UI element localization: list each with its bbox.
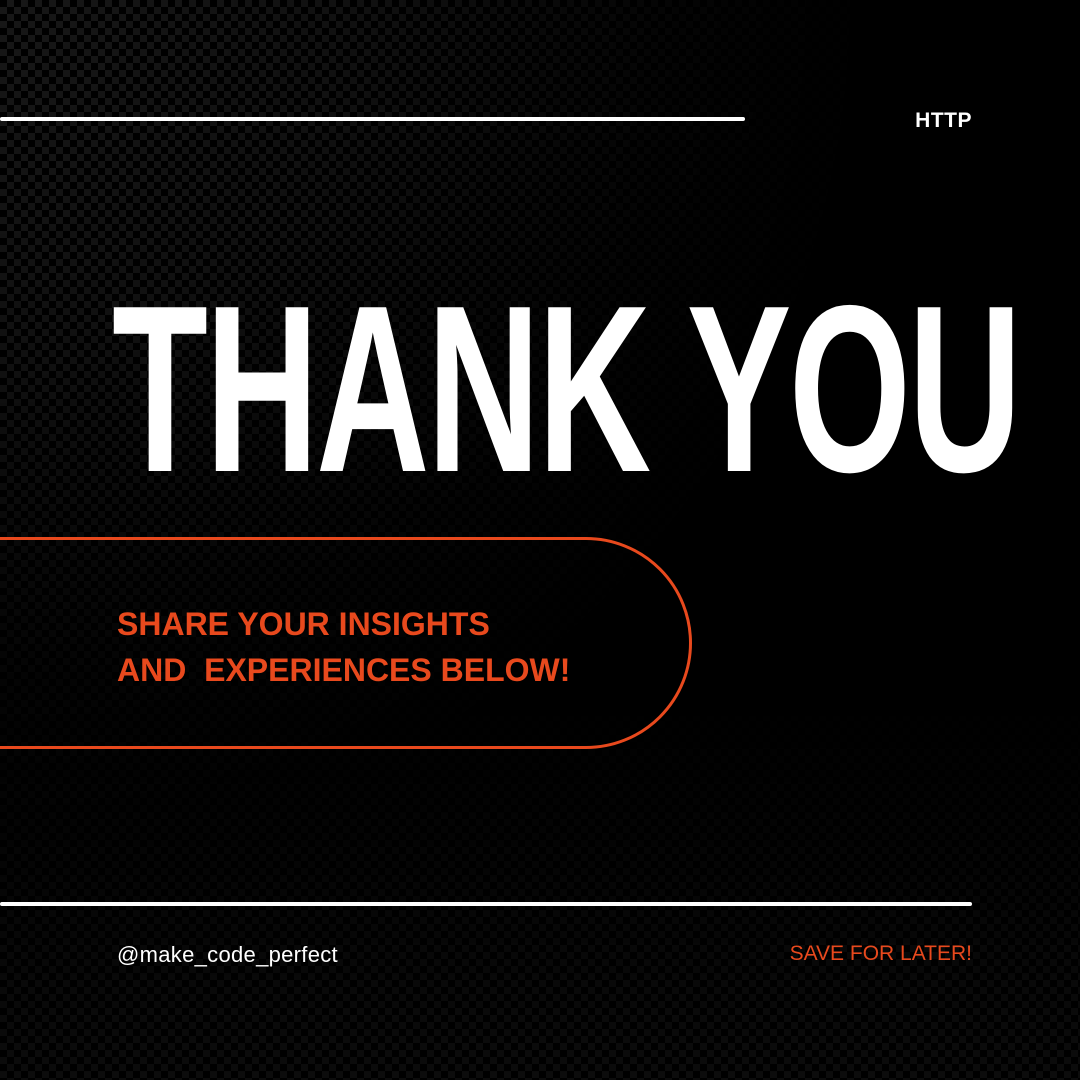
thank-you-headline: THANK YOU: [112, 257, 1022, 522]
bottom-divider: [0, 902, 972, 906]
top-divider: [0, 117, 745, 121]
slide-canvas: HTTP THANK YOU SHARE YOUR INSIGHTS AND E…: [0, 0, 1080, 1080]
cta-line-1: SHARE YOUR INSIGHTS: [117, 606, 490, 642]
account-handle: @make_code_perfect: [117, 942, 338, 967]
background-pattern-bottom: [0, 700, 1080, 1080]
cta-line-2: AND EXPERIENCES BELOW!: [117, 652, 571, 688]
topic-label: HTTP: [915, 109, 972, 132]
save-for-later-label: SAVE FOR LATER!: [789, 942, 972, 965]
cta-text: SHARE YOUR INSIGHTS AND EXPERIENCES BELO…: [117, 601, 570, 693]
